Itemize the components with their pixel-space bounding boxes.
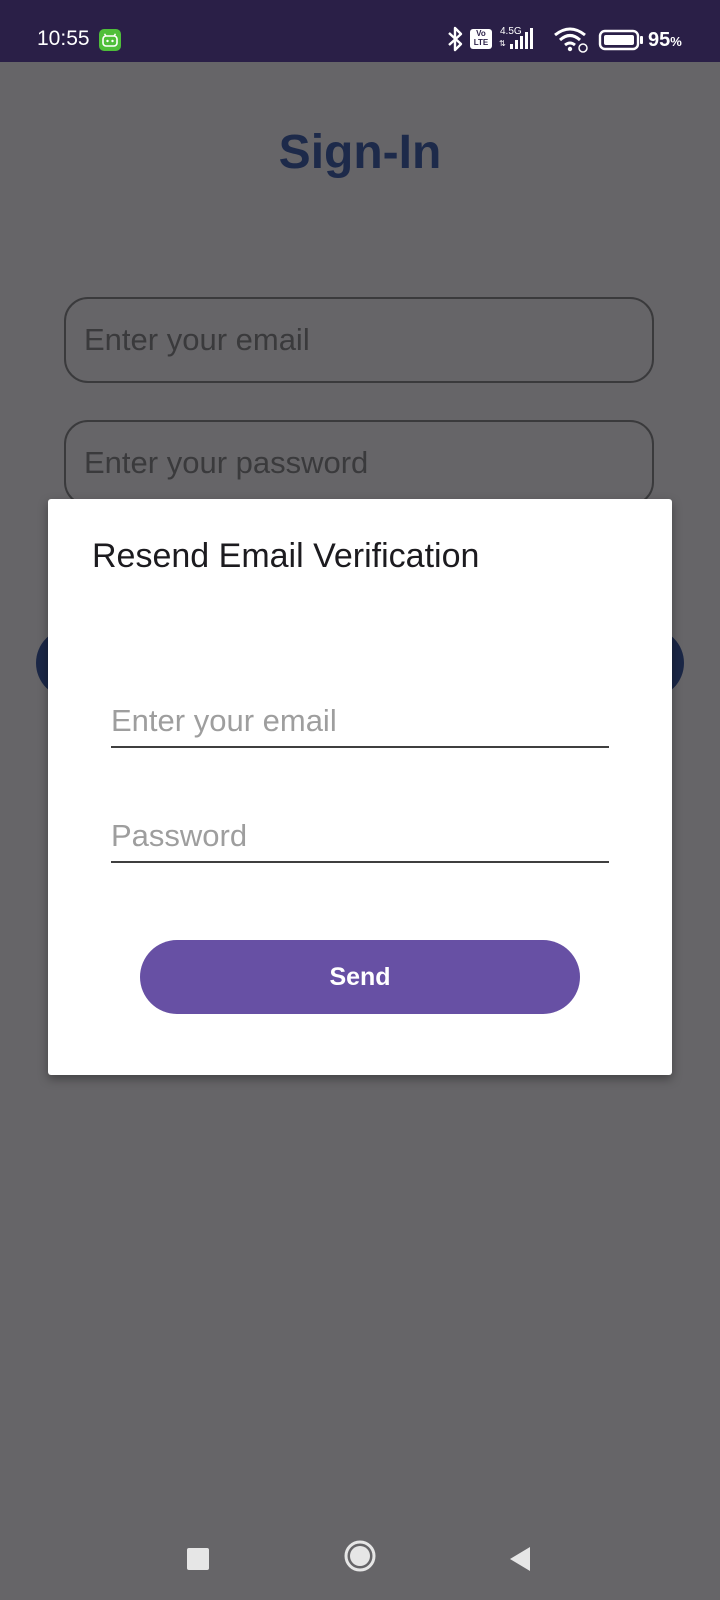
status-time: 10:55	[37, 27, 90, 50]
resend-verification-dialog: Resend Email Verification Send	[48, 499, 672, 1075]
battery-value: 95	[648, 29, 671, 51]
volte-label-bottom: LTE	[473, 38, 489, 47]
wifi-icon	[553, 24, 591, 54]
password-field[interactable]: Enter your password	[64, 420, 654, 506]
home-icon[interactable]	[344, 1540, 376, 1572]
send-button[interactable]: Send	[140, 940, 580, 1014]
app-notification-icon	[99, 29, 121, 51]
page-title: Sign-In	[278, 126, 442, 179]
bluetooth-icon	[446, 24, 464, 54]
svg-text:⇅: ⇅	[499, 39, 506, 48]
dialog-title: Resend Email Verification	[92, 537, 480, 575]
volte-label-top: Vo	[476, 29, 486, 38]
battery-icon	[598, 24, 644, 54]
back-icon[interactable]	[508, 1545, 532, 1573]
recents-icon[interactable]	[187, 1548, 209, 1570]
volte-icon: Vo LTE	[470, 29, 492, 49]
battery-unit: %	[670, 34, 682, 49]
battery-percentage: 95%	[648, 29, 682, 52]
email-field[interactable]: Enter your email	[64, 297, 654, 383]
dialog-password-input[interactable]	[111, 811, 609, 863]
status-bar: 10:55 Vo LTE 4.5G ⇅ 95%	[0, 0, 720, 62]
dialog-email-input[interactable]	[111, 696, 609, 748]
